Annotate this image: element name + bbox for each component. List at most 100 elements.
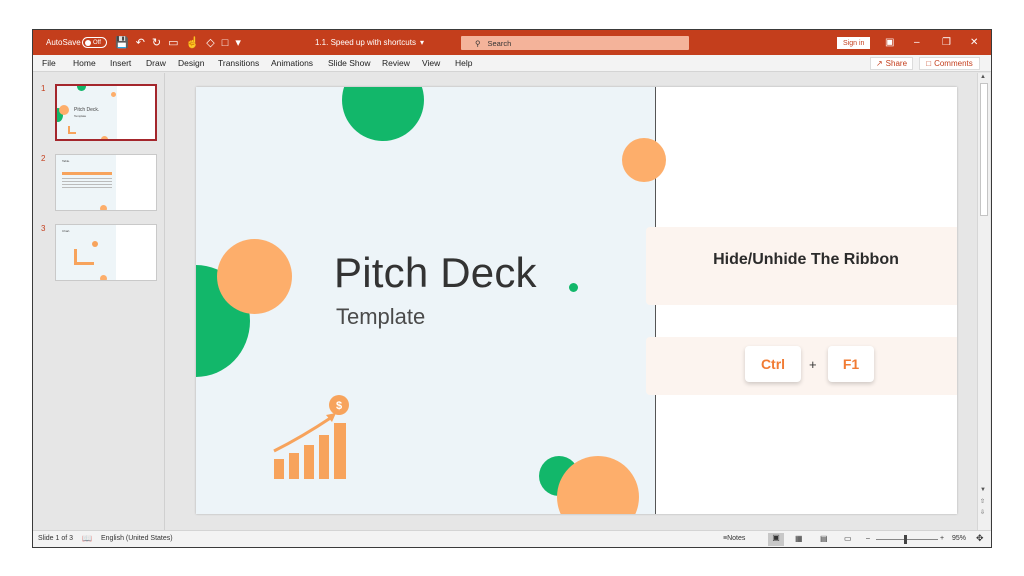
slide-sorter-icon[interactable]: ▦ [795,534,803,543]
growth-chart-icon: $ [273,395,349,479]
tab-review[interactable]: Review [382,58,410,68]
close-icon[interactable]: ✕ [970,30,978,55]
shortcut-title: Hide/Unhide The Ribbon [713,251,899,268]
tab-home[interactable]: Home [73,58,96,68]
sign-in-button[interactable]: Sign in [837,37,871,49]
customize-qat-icon[interactable]: ▾ [235,36,241,49]
restore-icon[interactable]: ❐ [942,30,951,55]
minimize-icon[interactable]: – [914,30,920,55]
slide-thumbnail-1[interactable]: Pitch Deck. Template [55,84,157,141]
slide-title[interactable]: Pitch Deck [334,249,537,297]
tab-help[interactable]: Help [455,58,472,68]
slide-show-icon[interactable]: ▭ [844,534,852,543]
slide-thumbnail-2[interactable]: Table. [55,154,157,211]
thumb-title: Chart. [62,229,71,233]
tab-transitions[interactable]: Transitions [218,58,259,68]
slide-thumbnail-3[interactable]: Chart. [55,224,157,281]
comments-button[interactable]: □ Comments [919,57,980,70]
thumb-table-rows [62,178,112,190]
notes-button[interactable]: ≡Notes [723,535,745,542]
format-painter-icon[interactable]: ◇ [206,36,214,49]
shortcut-card: Hide/Unhide The Ribbon [646,227,957,305]
touch-mode-icon[interactable]: ☝ [186,36,200,49]
slide-count: Slide 1 of 3 [38,535,74,542]
normal-view-icon[interactable]: ▣ [768,533,784,546]
autosave-label: AutoSave [46,38,81,47]
vertical-scrollbar[interactable]: ▲ ▼ ⇧ ⇩ [977,73,990,530]
thumb-chart-icon [74,249,94,265]
comment-icon: □ [926,59,932,68]
plus-sign: + [809,357,817,372]
save-icon[interactable]: 💾 [115,36,129,49]
growth-bar [334,423,346,479]
zoom-slider[interactable] [876,539,938,540]
shape-icon[interactable]: □ [222,37,229,49]
zoom-out-icon[interactable]: – [866,535,870,542]
thumb-circle [100,205,107,210]
coin-symbol: $ [336,400,342,412]
slide-number: 2 [41,154,46,163]
zoom-slider-knob[interactable] [904,535,907,544]
thumb-title: Table. [62,159,71,163]
shortcut-keys-card: Ctrl + F1 [646,337,957,395]
search-box[interactable]: ⚲ Search [461,36,689,50]
key-f1: F1 [828,346,874,382]
growth-bar [304,445,314,479]
share-label: Share [885,59,908,68]
redo-icon[interactable]: ↻ [152,36,161,49]
zoom-in-icon[interactable]: + [940,535,944,542]
notes-label: Notes [727,535,746,542]
present-icon[interactable]: ▭ [168,36,178,49]
reading-view-icon[interactable]: ▤ [820,534,828,543]
thumb-circle [59,105,69,115]
thumb-circle [101,136,108,139]
decor-orange-circle-left [217,239,292,314]
growth-bar [289,453,299,479]
tab-view[interactable]: View [422,58,440,68]
tab-animations[interactable]: Animations [271,58,313,68]
slide-subtitle[interactable]: Template [336,304,425,330]
search-icon: ⚲ [475,38,481,48]
ribbon-display-options-icon[interactable]: ▣ [885,30,894,55]
thumb-circle [111,92,116,97]
key-ctrl: Ctrl [745,346,801,382]
tab-insert[interactable]: Insert [110,58,131,68]
scroll-down-icon[interactable]: ▼ [980,487,986,493]
scroll-thumb[interactable] [980,83,988,216]
search-placeholder: Search [487,38,512,48]
document-title-text: 1.1. Speed up with shortcuts [315,38,416,47]
slide-number: 1 [41,84,46,93]
comments-label: Comments [934,59,973,68]
thumb-circle [92,241,98,247]
tab-file[interactable]: File [42,58,56,68]
slide-canvas[interactable]: Pitch Deck Template $ Hide/Unhide The Ri… [196,87,957,514]
thumb-chart-icon [68,126,76,134]
autosave-state: Off [93,39,101,46]
next-slide-icon[interactable]: ⇩ [980,509,985,516]
menu-bar: File Home Insert Draw Design Transitions… [33,55,991,72]
accessibility-icon[interactable]: 📖 [82,534,92,543]
chevron-down-icon: ▾ [419,38,424,47]
growth-bar [274,459,284,479]
tab-draw[interactable]: Draw [146,58,166,68]
tab-design[interactable]: Design [178,58,204,68]
thumb-title: Pitch Deck. [74,107,100,113]
slide-editor: Pitch Deck Template $ Hide/Unhide The Ri… [166,73,977,530]
zoom-level[interactable]: 95% [952,535,966,542]
slide-number: 3 [41,224,46,233]
status-bar: Slide 1 of 3 📖 English (United States) ≡… [33,530,991,547]
quick-access-toolbar: 💾 ↶ ↻ ▭ ☝ ◇ □ ▾ [115,30,241,55]
previous-slide-icon[interactable]: ⇧ [980,498,985,505]
tab-slide-show[interactable]: Slide Show [328,58,371,68]
title-bar: AutoSave Off 💾 ↶ ↻ ▭ ☝ ◇ □ ▾ 1.1. Speed … [33,30,991,55]
slide-thumbnail-pane: 1 Pitch Deck. Template 2 Table. 3 Chart. [33,73,165,530]
toggle-knob [85,39,91,46]
language-indicator[interactable]: English (United States) [101,535,173,542]
document-title[interactable]: 1.1. Speed up with shortcuts ▾ [315,30,424,55]
decor-orange-circle-small [622,138,666,182]
scroll-up-icon[interactable]: ▲ [980,74,986,80]
undo-icon[interactable]: ↶ [136,36,145,49]
autosave-toggle[interactable]: Off [82,37,107,48]
fit-to-window-icon[interactable]: ✥ [976,533,984,544]
share-button[interactable]: ↗ Share [870,57,913,70]
